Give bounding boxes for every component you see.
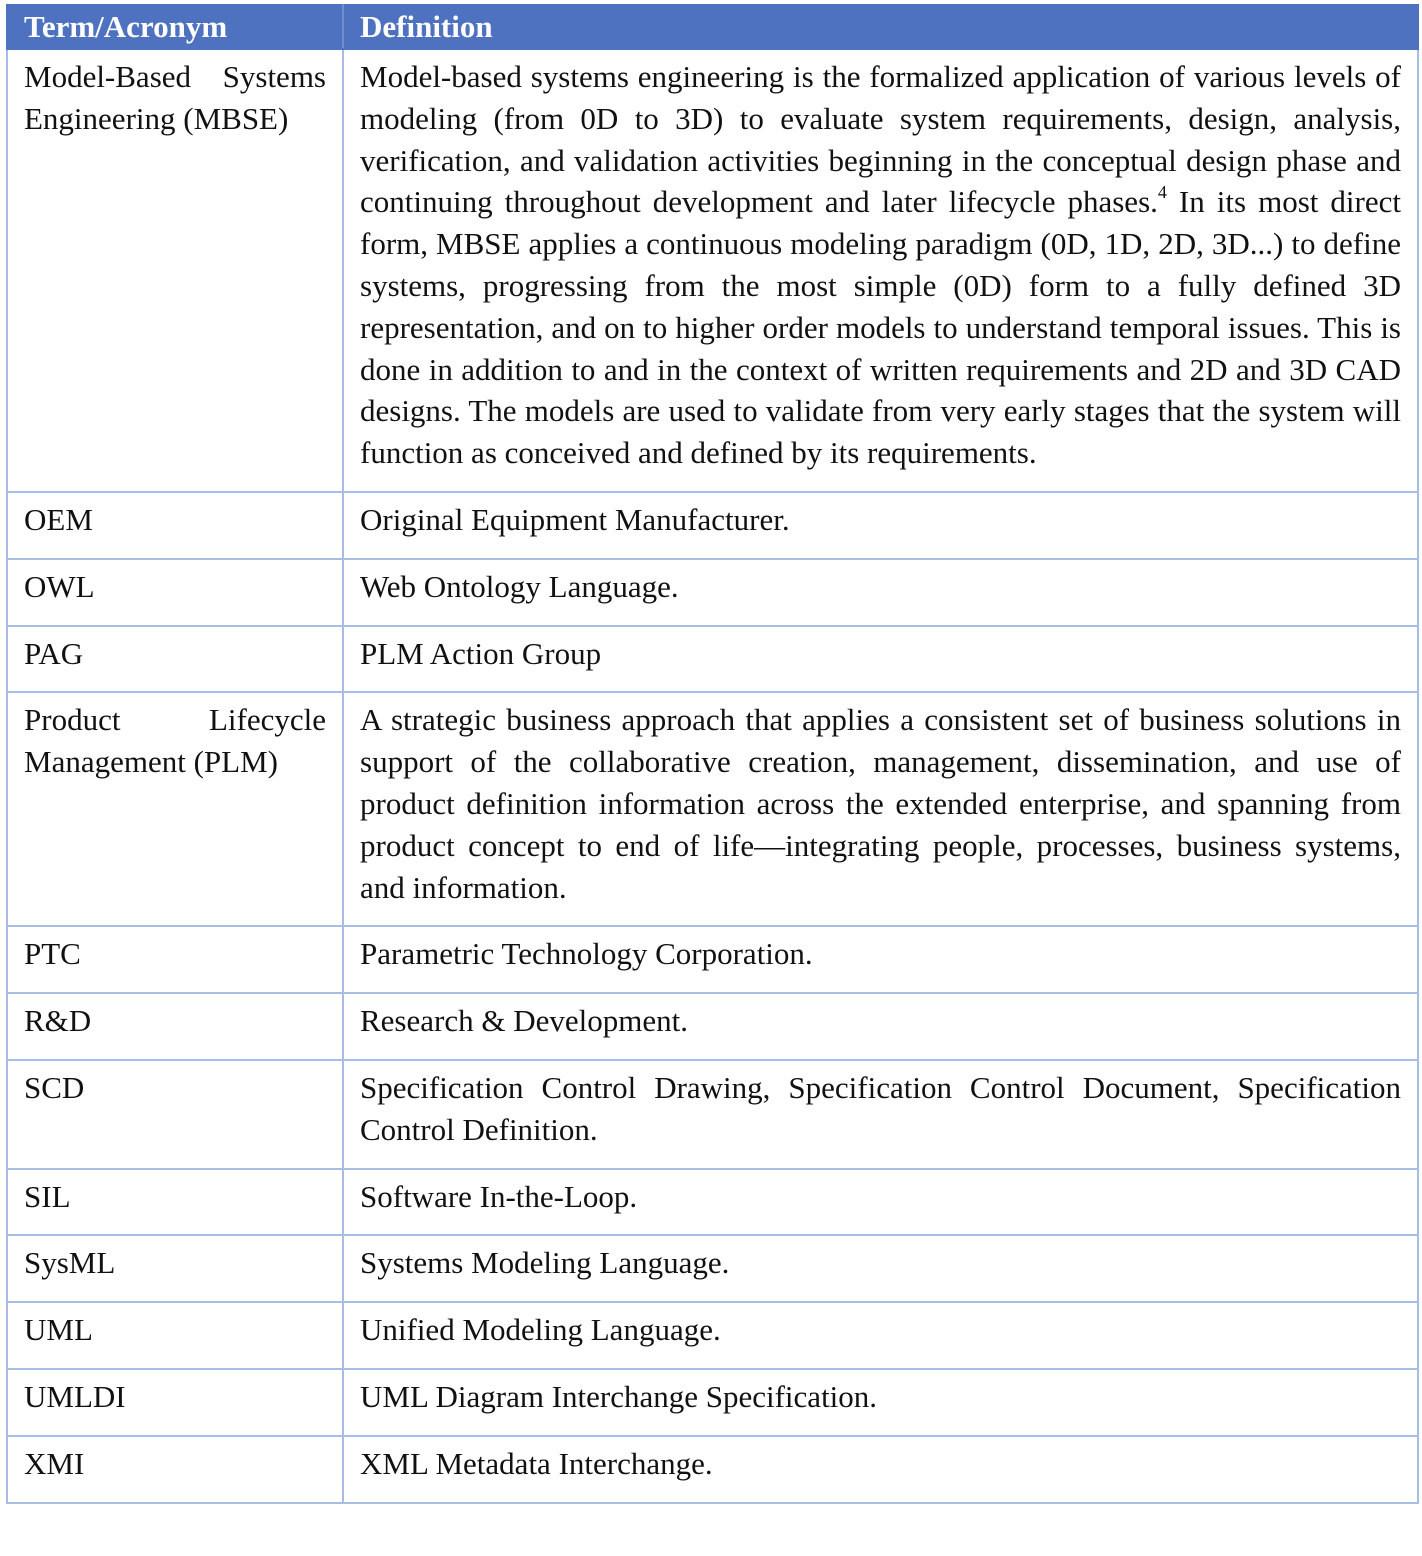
table-row: OEM Original Equipment Manufacturer.	[6, 490, 1419, 560]
table-row: PTC Parametric Technology Corporation.	[6, 925, 1419, 995]
definition-cell: Software In-the-Loop.	[342, 1167, 1419, 1237]
table-row: UMLDI UML Diagram Interchange Specificat…	[6, 1367, 1419, 1437]
table-row: Model-Based Systems Engineering (MBSE) M…	[6, 48, 1419, 493]
footnote-marker[interactable]: 4	[1158, 182, 1167, 202]
definition-cell: Web Ontology Language.	[342, 557, 1419, 627]
term-cell: OWL	[6, 557, 344, 627]
table-header-row: Term/Acronym Definition	[6, 4, 1419, 50]
term-cell: XMI	[6, 1434, 344, 1504]
term-cell: UMLDI	[6, 1367, 344, 1437]
definition-cell: Specification Control Drawing, Specifica…	[342, 1058, 1419, 1170]
definition-text-continued: In its most direct form, MBSE applies a …	[360, 184, 1401, 471]
definition-cell: Systems Modeling Language.	[342, 1234, 1419, 1304]
term-text: Model-Based Systems Engineering (MBSE)	[24, 59, 326, 136]
table-row: R&D Research & Development.	[6, 992, 1419, 1061]
table-row: SIL Software In-the-Loop.	[6, 1167, 1419, 1237]
term-cell: PTC	[6, 925, 344, 995]
table-row: OWL Web Ontology Language.	[6, 557, 1419, 627]
definition-cell: Parametric Technology Corporation.	[342, 925, 1419, 995]
definition-cell: Unified Modeling Language.	[342, 1301, 1419, 1370]
term-cell: SIL	[6, 1167, 344, 1237]
table-row: Product Lifecycle Management (PLM) A str…	[6, 691, 1419, 928]
term-cell: PAG	[6, 624, 344, 694]
glossary-table: Term/Acronym Definition Model-Based Syst…	[6, 4, 1419, 1504]
table-row: PAG PLM Action Group	[6, 624, 1419, 694]
term-cell: R&D	[6, 992, 344, 1061]
definition-cell: XML Metadata Interchange.	[342, 1434, 1419, 1504]
definition-cell: Model-based systems engineering is the f…	[342, 48, 1419, 493]
term-cell: UML	[6, 1301, 344, 1370]
definition-cell: PLM Action Group	[342, 624, 1419, 694]
definition-cell: UML Diagram Interchange Specification.	[342, 1367, 1419, 1437]
term-cell: SysML	[6, 1234, 344, 1304]
term-cell: OEM	[6, 490, 344, 560]
table-row: UML Unified Modeling Language.	[6, 1301, 1419, 1370]
column-header-definition: Definition	[342, 4, 1419, 50]
definition-cell: A strategic business approach that appli…	[342, 691, 1419, 928]
column-header-term: Term/Acronym	[6, 4, 344, 50]
table-row: SCD Specification Control Drawing, Speci…	[6, 1058, 1419, 1170]
table-row: SysML Systems Modeling Language.	[6, 1234, 1419, 1304]
table-row: XMI XML Metadata Interchange.	[6, 1434, 1419, 1504]
term-cell: Model-Based Systems Engineering (MBSE)	[6, 48, 344, 493]
term-cell: Product Lifecycle Management (PLM)	[6, 691, 344, 928]
definition-cell: Research & Development.	[342, 992, 1419, 1061]
term-cell: SCD	[6, 1058, 344, 1170]
definition-cell: Original Equipment Manufacturer.	[342, 490, 1419, 560]
